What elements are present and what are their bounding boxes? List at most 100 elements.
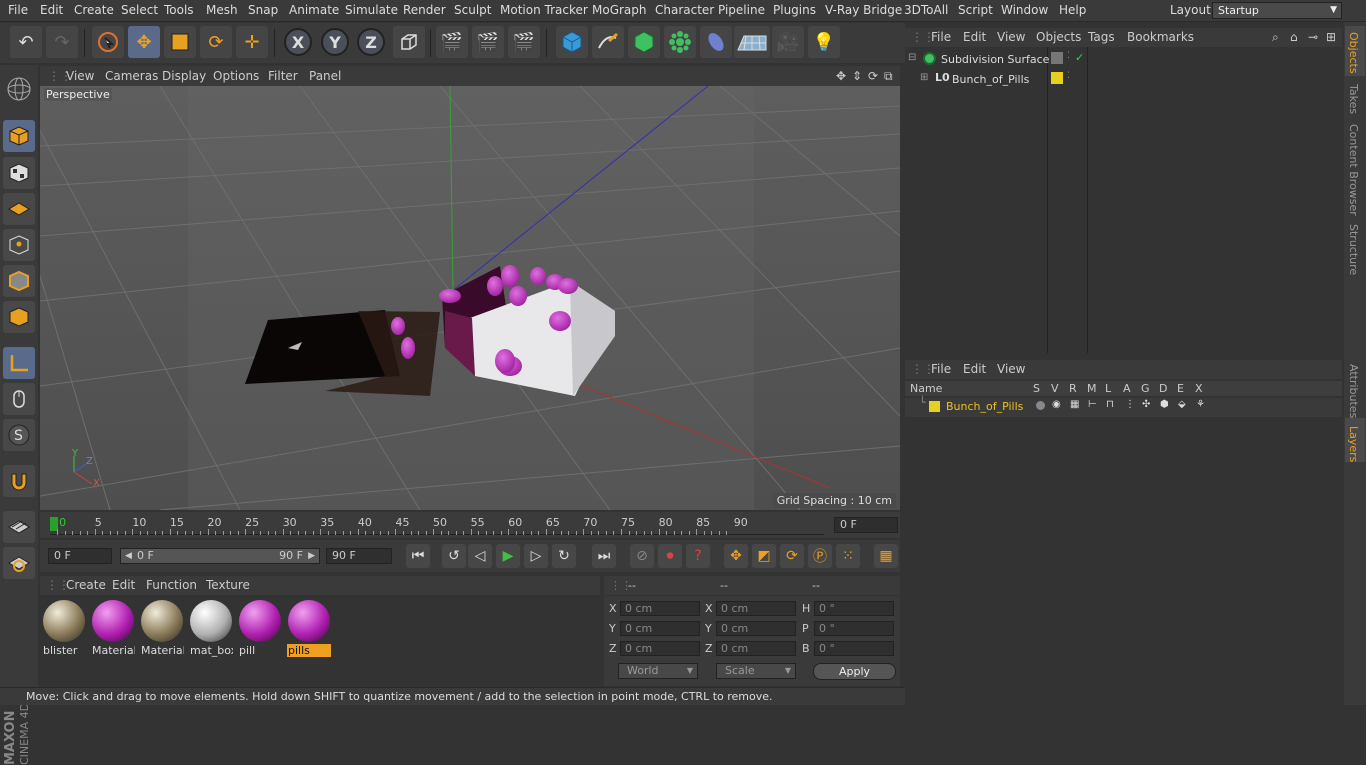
next-key-icon[interactable]: ↻: [552, 544, 576, 568]
render-view-icon[interactable]: 🎬: [436, 26, 468, 58]
render-picture-viewer-icon[interactable]: 🎬: [472, 26, 504, 58]
material-swatch[interactable]: Material: [140, 598, 184, 658]
render-settings-icon[interactable]: 🎬: [508, 26, 540, 58]
layer-color-swatch[interactable]: [929, 401, 940, 412]
light-icon[interactable]: 💡: [808, 26, 840, 58]
pos-y-field[interactable]: 0 cm: [620, 621, 700, 636]
maximize-view-icon[interactable]: ⧉: [884, 69, 893, 84]
menu-script[interactable]: Script: [958, 3, 993, 17]
material-swatch-selected[interactable]: pills: [287, 598, 331, 658]
rot-h-field[interactable]: 0 °: [814, 601, 894, 616]
end-frame-field[interactable]: 90 F: [326, 548, 392, 564]
deformer-icon[interactable]: ⬢: [1160, 399, 1169, 410]
menu-file[interactable]: File: [8, 3, 28, 17]
size-z-field[interactable]: 0 cm: [716, 641, 796, 656]
search-icon[interactable]: ⌕: [1272, 30, 1279, 45]
menu-plugins[interactable]: Plugins: [773, 3, 816, 17]
rot-p-field[interactable]: 0 °: [814, 621, 894, 636]
menu-help[interactable]: Help: [1059, 3, 1086, 17]
start-frame-field[interactable]: 0 F: [48, 548, 112, 564]
solo-mode-icon[interactable]: S: [3, 419, 35, 451]
scale-tool-icon[interactable]: [164, 26, 196, 58]
layer-row[interactable]: └ Bunch_of_Pills ◉ ▦ ⊢ ⊓ ⋮ ✣ ⬢ ⬙ ⚘: [905, 398, 1342, 417]
menu-motion-tracker[interactable]: Motion Tracker: [500, 3, 588, 17]
go-to-start-icon[interactable]: ⏮: [406, 544, 430, 568]
material-menu-create[interactable]: Create: [66, 578, 106, 592]
texture-mode-icon[interactable]: [3, 157, 35, 189]
material-menu-edit[interactable]: Edit: [112, 578, 135, 592]
snap-icon[interactable]: [3, 465, 35, 497]
tab-structure[interactable]: Structure: [1347, 224, 1360, 275]
menu-sculpt[interactable]: Sculpt: [454, 3, 491, 17]
key-position-icon[interactable]: ✥: [724, 544, 748, 568]
tab-content-browser[interactable]: Content Browser: [1347, 124, 1360, 216]
menu-vray-bridge[interactable]: V-Ray Bridge: [825, 3, 902, 17]
move-tool-icon[interactable]: ✥: [128, 26, 160, 58]
col-deformers[interactable]: D: [1159, 382, 1167, 395]
subdivision-surface-icon[interactable]: [628, 26, 660, 58]
key-rotation-icon[interactable]: ⟳: [780, 544, 804, 568]
cube-primitive-icon[interactable]: [556, 26, 588, 58]
tweak-mode-icon[interactable]: [3, 383, 35, 415]
back-icon[interactable]: ⊸: [1308, 30, 1318, 44]
col-generators[interactable]: G: [1141, 382, 1150, 395]
timeline-ruler[interactable]: 051015202530354045505560657075808590 0 F: [40, 512, 900, 538]
previous-frame-icon[interactable]: ◁: [468, 544, 492, 568]
menu-3dtoall[interactable]: 3DToAll: [904, 3, 948, 17]
col-visible[interactable]: V: [1051, 382, 1059, 395]
edges-mode-icon[interactable]: [3, 265, 35, 297]
menu-select[interactable]: Select: [121, 3, 158, 17]
x-axis-lock-button[interactable]: X: [284, 28, 312, 56]
live-selection-icon[interactable]: [92, 26, 124, 58]
pan-view-icon[interactable]: ✥: [836, 69, 846, 83]
viewport-menu-options[interactable]: Options: [213, 69, 259, 83]
object-menu-bookmarks[interactable]: Bookmarks: [1127, 30, 1194, 44]
layer-tag-icon[interactable]: [1051, 52, 1063, 64]
workplane-lock-icon[interactable]: [3, 511, 35, 543]
material-swatch[interactable]: Material: [91, 598, 135, 658]
layer-menu-view[interactable]: View: [997, 362, 1025, 376]
col-solo[interactable]: S: [1033, 382, 1040, 395]
record-keys-icon[interactable]: ⊘: [630, 544, 654, 568]
tab-takes[interactable]: Takes: [1347, 84, 1360, 114]
size-mode-select[interactable]: Scale▼: [716, 663, 796, 679]
workplane-icon[interactable]: [3, 193, 35, 225]
menu-pipeline[interactable]: Pipeline: [718, 3, 765, 17]
redo-icon[interactable]: ↷: [46, 26, 78, 58]
menu-render[interactable]: Render: [403, 3, 446, 17]
layer-color-icon[interactable]: [1051, 72, 1063, 84]
previous-key-icon[interactable]: ↺: [442, 544, 466, 568]
floor-icon[interactable]: [734, 26, 770, 58]
menu-character[interactable]: Character: [655, 3, 714, 17]
material-menu-texture[interactable]: Texture: [206, 578, 250, 592]
menu-edit[interactable]: Edit: [40, 3, 63, 17]
enabled-check-icon[interactable]: ✓: [1075, 51, 1084, 64]
viewport-menu-display[interactable]: Display: [162, 69, 206, 83]
viewport-menu-filter[interactable]: Filter: [268, 69, 298, 83]
menu-mograph[interactable]: MoGraph: [592, 3, 647, 17]
layer-menu-file[interactable]: File: [931, 362, 951, 376]
tab-layers[interactable]: Layers: [1347, 426, 1360, 462]
camera-icon[interactable]: 🎥: [772, 26, 804, 58]
polygons-mode-icon[interactable]: [3, 301, 35, 333]
material-swatch[interactable]: mat_box: [189, 598, 233, 658]
menu-window[interactable]: Window: [1001, 3, 1048, 17]
visibility-dots-icon[interactable]: ⁚: [1067, 51, 1070, 61]
material-swatch[interactable]: pill: [238, 598, 282, 658]
3d-viewport[interactable]: Y Z X Perspective Grid Spacing : 10 cm: [40, 86, 900, 510]
menu-snap[interactable]: Snap: [248, 3, 278, 17]
viewport-menu-panel[interactable]: Panel: [309, 69, 341, 83]
dolly-view-icon[interactable]: ⇕: [852, 69, 862, 83]
coordinate-system-icon[interactable]: [393, 26, 425, 58]
deformer-icon[interactable]: [700, 26, 732, 58]
viewport-menu-cameras[interactable]: Cameras: [105, 69, 158, 83]
object-menu-view[interactable]: View: [997, 30, 1025, 44]
col-expressions[interactable]: E: [1177, 382, 1184, 395]
object-menu-objects[interactable]: Objects: [1036, 30, 1081, 44]
axis-mode-icon[interactable]: [3, 347, 35, 379]
rotate-view-icon[interactable]: ⟳: [868, 69, 878, 83]
model-mode-icon[interactable]: [3, 120, 35, 152]
generator-icon[interactable]: ✣: [1142, 399, 1150, 410]
eye-icon[interactable]: ◉: [1052, 399, 1061, 410]
object-row[interactable]: ⊟ Subdivision Surface ⁚ ✓: [905, 51, 1342, 70]
